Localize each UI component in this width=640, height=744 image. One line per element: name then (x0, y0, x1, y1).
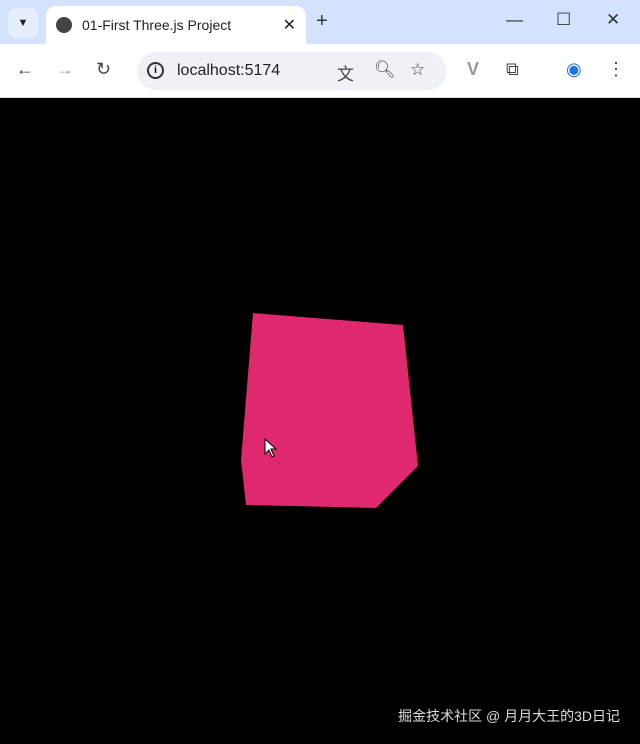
tab-bar: ▼ 01-First Three.js Project ✕ + — ☐ ✕ (0, 0, 640, 44)
cube-mesh (241, 313, 418, 508)
site-info-icon[interactable]: i (147, 62, 164, 79)
profile-icon[interactable]: ◉ (566, 59, 582, 80)
address-bar[interactable]: i localhost:5174 文 🔍︎ ☆ (137, 52, 447, 90)
scene-svg (241, 313, 418, 508)
watermark: 掘金技术社区 @ 月月大王的3D日记 (398, 708, 620, 724)
maximize-button[interactable]: ☐ (556, 10, 571, 30)
minimize-button[interactable]: — (506, 10, 523, 30)
globe-icon (56, 17, 72, 33)
tab-search-button[interactable]: ▼ (8, 8, 38, 38)
url-text[interactable]: localhost:5174 (177, 62, 280, 80)
new-tab-button[interactable]: + (316, 10, 328, 33)
threejs-canvas[interactable]: 掘金技术社区 @ 月月大王的3D日记 (0, 98, 640, 744)
back-button[interactable]: ← (16, 59, 34, 80)
chevron-down-icon: ▼ (17, 17, 29, 29)
zoom-icon[interactable]: 🔍︎ (374, 60, 396, 80)
tab-title: 01-First Three.js Project (82, 17, 232, 33)
extensions-icon[interactable]: ⧉ (506, 59, 519, 80)
forward-button[interactable]: → (56, 59, 74, 80)
menu-icon[interactable]: ⋮ (607, 59, 625, 80)
bookmark-star-icon[interactable]: ☆ (410, 60, 425, 80)
browser-toolbar: ← → ↻ i localhost:5174 文 🔍︎ ☆ V ⧉ ◉ ⋮ (0, 44, 640, 98)
close-tab-icon[interactable]: ✕ (283, 15, 296, 35)
close-window-button[interactable]: ✕ (606, 10, 620, 30)
translate-icon[interactable]: 文 (337, 60, 354, 85)
vue-devtools-icon[interactable]: V (467, 59, 479, 80)
reload-button[interactable]: ↻ (96, 59, 111, 80)
tab-active[interactable]: 01-First Three.js Project ✕ (46, 6, 306, 44)
